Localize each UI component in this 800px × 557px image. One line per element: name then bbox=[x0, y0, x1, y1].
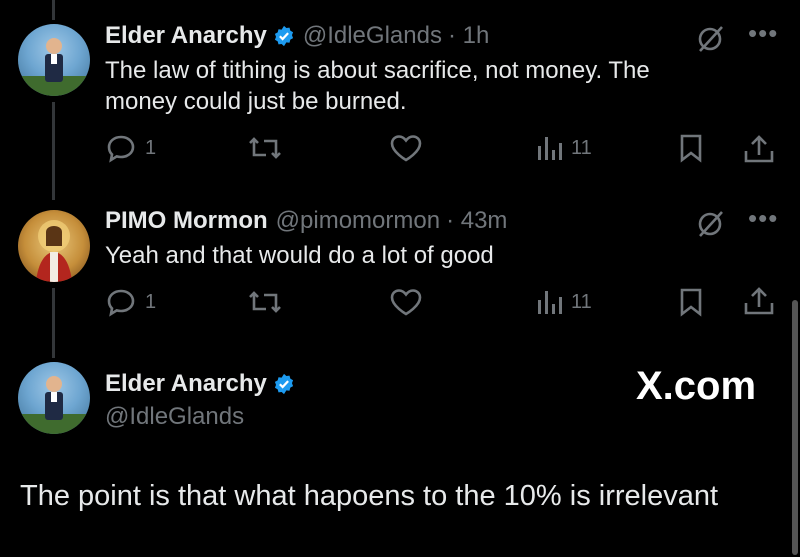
tweet-author-row: PIMO Mormon @pimomormon · 43m bbox=[105, 207, 507, 235]
watermark: X.com bbox=[636, 364, 757, 408]
share-icon bbox=[744, 135, 774, 163]
reply-count: 1 bbox=[145, 290, 157, 313]
retweet-icon bbox=[249, 291, 281, 313]
tweet-author-row: Elder Anarchy @IdleGlands · 1h bbox=[105, 22, 489, 50]
avatar[interactable] bbox=[18, 24, 90, 96]
bookmark-icon bbox=[680, 134, 702, 163]
reply-count: 1 bbox=[145, 136, 157, 159]
share-icon bbox=[744, 287, 774, 315]
author-handle[interactable]: @IdleGlands bbox=[105, 403, 244, 431]
views-icon bbox=[538, 137, 562, 160]
grok-icon[interactable] bbox=[695, 24, 725, 54]
retweet-button[interactable] bbox=[245, 287, 285, 317]
verified-badge-icon bbox=[274, 25, 293, 47]
view-count: 11 bbox=[571, 136, 592, 159]
more-options-icon[interactable]: ••• bbox=[748, 18, 778, 49]
bookmark-button[interactable] bbox=[676, 287, 706, 317]
author-handle[interactable]: @pimomormon bbox=[276, 207, 440, 235]
tweet-text: Yeah and that would do a lot of good bbox=[105, 242, 494, 269]
reply-button[interactable]: 1 bbox=[105, 287, 156, 317]
like-button[interactable] bbox=[388, 287, 424, 317]
views-button[interactable]: 11 bbox=[535, 287, 592, 317]
avatar[interactable] bbox=[18, 362, 90, 434]
thread-line bbox=[52, 102, 55, 200]
views-button[interactable]: 11 bbox=[535, 133, 592, 163]
heart-icon bbox=[390, 289, 422, 316]
heart-icon bbox=[390, 135, 422, 162]
tweet-timestamp[interactable]: · 1h bbox=[448, 22, 489, 50]
reply-icon bbox=[107, 135, 135, 163]
thread-line bbox=[52, 0, 55, 20]
author-name[interactable]: PIMO Mormon bbox=[105, 207, 268, 235]
author-name[interactable]: Elder Anarchy bbox=[105, 370, 267, 398]
author-name[interactable]: Elder Anarchy bbox=[105, 22, 267, 50]
verified-badge-icon bbox=[274, 373, 293, 395]
avatar[interactable] bbox=[18, 210, 90, 282]
thread-line bbox=[52, 288, 55, 358]
scrollbar[interactable] bbox=[792, 300, 798, 555]
view-count: 11 bbox=[571, 290, 592, 313]
tweet-timestamp[interactable]: · 43m bbox=[446, 207, 507, 235]
share-button[interactable] bbox=[742, 133, 776, 165]
author-handle[interactable]: @IdleGlands bbox=[303, 22, 442, 50]
share-button[interactable] bbox=[742, 285, 776, 317]
retweet-icon bbox=[249, 137, 281, 159]
main-tweet-text: The point is that what hapoens to the 10… bbox=[20, 480, 719, 512]
more-options-icon[interactable]: ••• bbox=[748, 203, 778, 234]
reply-button[interactable]: 1 bbox=[105, 133, 156, 163]
tweet-text: The law of tithing is about sacrifice, n… bbox=[105, 55, 650, 117]
tweet-text-line: money could just be burned. bbox=[105, 88, 407, 115]
tweet-text-line: The law of tithing is about sacrifice, n… bbox=[105, 57, 650, 84]
grok-icon[interactable] bbox=[695, 209, 725, 239]
bookmark-button[interactable] bbox=[676, 133, 706, 163]
main-author-row: Elder Anarchy bbox=[105, 370, 295, 398]
views-icon bbox=[538, 291, 562, 314]
retweet-button[interactable] bbox=[245, 133, 285, 163]
reply-icon bbox=[107, 289, 135, 317]
like-button[interactable] bbox=[388, 133, 424, 163]
bookmark-icon bbox=[680, 288, 702, 317]
